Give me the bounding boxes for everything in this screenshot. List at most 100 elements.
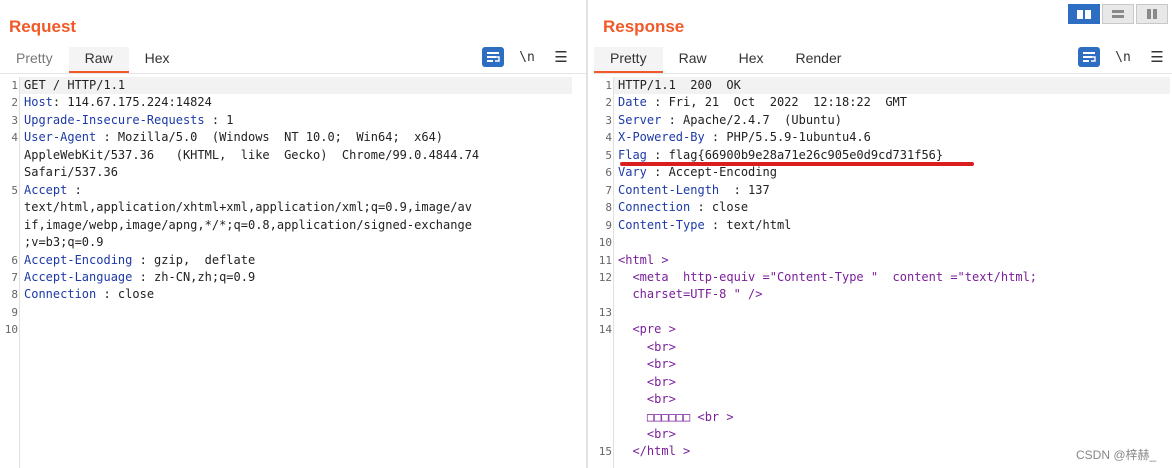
header-name: Vary <box>618 165 647 180</box>
html-markup: <br> <box>618 357 676 372</box>
code-line: HTTP/1.1 200 OK <box>618 77 741 94</box>
code-line: <pre > <box>618 321 676 338</box>
line-number: 15 <box>598 445 612 459</box>
header-name: Server <box>618 112 662 127</box>
request-title: Request <box>9 17 77 36</box>
header-value: : Apache/2.4.7 (Ubuntu) <box>661 112 842 127</box>
line-number: 1 <box>11 79 18 92</box>
line-number: 13 <box>598 305 612 319</box>
html-markup: <br> <box>618 374 676 389</box>
code-line: <html > <box>618 252 669 269</box>
header-value: HTTP/1.1 200 OK <box>618 78 741 92</box>
tab-pretty[interactable]: Pretty <box>594 47 663 73</box>
code-line: <meta http-equiv ="Content-Type " conten… <box>618 269 1037 286</box>
line-number: 2 <box>11 96 18 110</box>
line-number: 10 <box>4 323 18 337</box>
header-value: AppleWebKit/537.36 (KHTML, like Gecko) C… <box>24 147 480 162</box>
tab-pretty[interactable]: Pretty <box>0 47 69 73</box>
header-name: Flag <box>618 147 647 162</box>
header-value: : 114.67.175.224:14824 <box>52 95 212 110</box>
html-markup: charset=UTF-8 " /> <box>618 287 763 302</box>
code-line: <br> <box>618 339 676 356</box>
tab-hex[interactable]: Hex <box>723 47 780 73</box>
code-line: Connection : close <box>618 199 748 216</box>
menu-icon[interactable]: ☰ <box>550 47 572 67</box>
html-markup: <br> <box>618 339 676 354</box>
header-name: Content-Type <box>618 217 705 232</box>
html-markup: <pre > <box>618 322 676 337</box>
code-line: Date : Fri, 21 Oct 2022 12:18:22 GMT <box>618 94 907 111</box>
header-name: User-Agent <box>24 130 97 145</box>
code-line: ;v=b3;q=0.9 <box>24 234 103 251</box>
code-line: charset=UTF-8 " /> <box>618 286 763 303</box>
html-markup: <br> <box>618 427 676 441</box>
header-value: text/html,application/xhtml+xml,applicat… <box>24 200 472 215</box>
header-value: : gzip, deflate <box>132 252 256 267</box>
response-editor[interactable]: 1 2 3 4 5 6 7 8 9 10 11 12 13 14 15 HTTP/1.1 200 OK Date… <box>594 77 1172 468</box>
header-name: Date <box>618 95 647 110</box>
line-number: 2 <box>605 96 612 110</box>
request-editor[interactable]: 1 2 3 4 5 6 7 8 9 10 GET / HTTP/1.1 Host: 114.67.17… <box>0 77 586 468</box>
tab-divider <box>0 73 586 74</box>
code-line: <br> <box>618 391 676 408</box>
code-line: if,image/webp,image/apng,*/*;q=0.8,appli… <box>24 217 472 234</box>
html-markup: </html > <box>618 444 691 459</box>
html-markup: □□□□□□ <br > <box>618 409 734 424</box>
tabbed-layout-button[interactable] <box>1136 4 1168 24</box>
tab-raw[interactable]: Raw <box>663 47 723 73</box>
pane-divider[interactable] <box>586 0 588 468</box>
code-line: Accept-Encoding : gzip, deflate <box>24 252 255 269</box>
line-number: 7 <box>605 183 612 197</box>
tabs-icon <box>1147 9 1157 19</box>
tab-hex[interactable]: Hex <box>129 47 186 73</box>
tab-raw[interactable]: Raw <box>68 47 129 73</box>
header-name: Accept-Language <box>24 269 133 284</box>
menu-icon[interactable]: ☰ <box>1146 47 1168 67</box>
watermark: CSDN @梓赫_ <box>1076 448 1157 462</box>
line-number: 10 <box>598 236 612 250</box>
line-number: 3 <box>11 113 18 127</box>
line-number: 12 <box>598 270 612 284</box>
code-line: User-Agent : Mozilla/5.0 (Windows NT 10.… <box>24 129 443 146</box>
wrap-lines-button[interactable] <box>1078 47 1100 67</box>
tab-divider <box>594 73 1172 74</box>
header-value: Safari/537.36 <box>24 165 118 180</box>
line-number: 9 <box>11 305 18 319</box>
flag-underline-annotation <box>620 162 974 166</box>
header-value: : 1 <box>204 112 234 127</box>
side-by-side-layout-button[interactable] <box>1068 4 1100 24</box>
code-line: Connection : close <box>24 286 154 303</box>
html-markup: <br> <box>618 392 676 407</box>
header-name: Accept <box>24 182 68 197</box>
stacked-layout-button[interactable] <box>1102 4 1134 24</box>
request-tabs: Pretty Raw Hex <box>0 47 186 73</box>
header-value: : Accept-Encoding <box>646 165 777 180</box>
code-line: X-Powered-By : PHP/5.5.9-1ubuntu4.6 <box>618 129 871 146</box>
header-name: Host <box>24 95 53 110</box>
show-newlines-button[interactable]: \n <box>516 47 538 67</box>
line-number: 4 <box>11 131 18 145</box>
code-line: </html > <box>618 443 690 460</box>
code-line: □□□□□□ <br > <box>618 409 734 426</box>
header-value: : zh-CN,zh;q=0.9 <box>132 269 256 284</box>
wrap-lines-button[interactable] <box>482 47 504 67</box>
header-value: if,image/webp,image/apng,*/*;q=0.8,appli… <box>24 217 472 232</box>
code-line: Vary : Accept-Encoding <box>618 164 777 181</box>
header-value: : PHP/5.5.9-1ubuntu4.6 <box>704 130 871 145</box>
request-pane: Request Pretty Raw Hex \n ☰ 1 2 3 4 5 6 7 8 9 10 G… <box>0 0 586 468</box>
tab-render[interactable]: Render <box>780 47 858 73</box>
header-value: GET / HTTP/1.1 <box>24 78 126 92</box>
gutter-separator <box>613 77 614 468</box>
response-tabs: Pretty Raw Hex Render <box>594 47 857 73</box>
line-number: 6 <box>11 253 18 267</box>
code-line: GET / HTTP/1.1 <box>24 77 125 94</box>
code-line: Content-Length : 137 <box>618 182 770 199</box>
code-line: Host: 114.67.175.224:14824 <box>24 94 212 111</box>
code-line: <br> <box>618 374 676 391</box>
header-name: Upgrade-Insecure-Requests <box>24 112 205 127</box>
show-newlines-button[interactable]: \n <box>1112 47 1134 67</box>
response-title: Response <box>603 17 685 36</box>
header-name: Connection <box>618 200 691 215</box>
header-name: Accept-Encoding <box>24 252 133 267</box>
line-number: 9 <box>605 218 612 232</box>
